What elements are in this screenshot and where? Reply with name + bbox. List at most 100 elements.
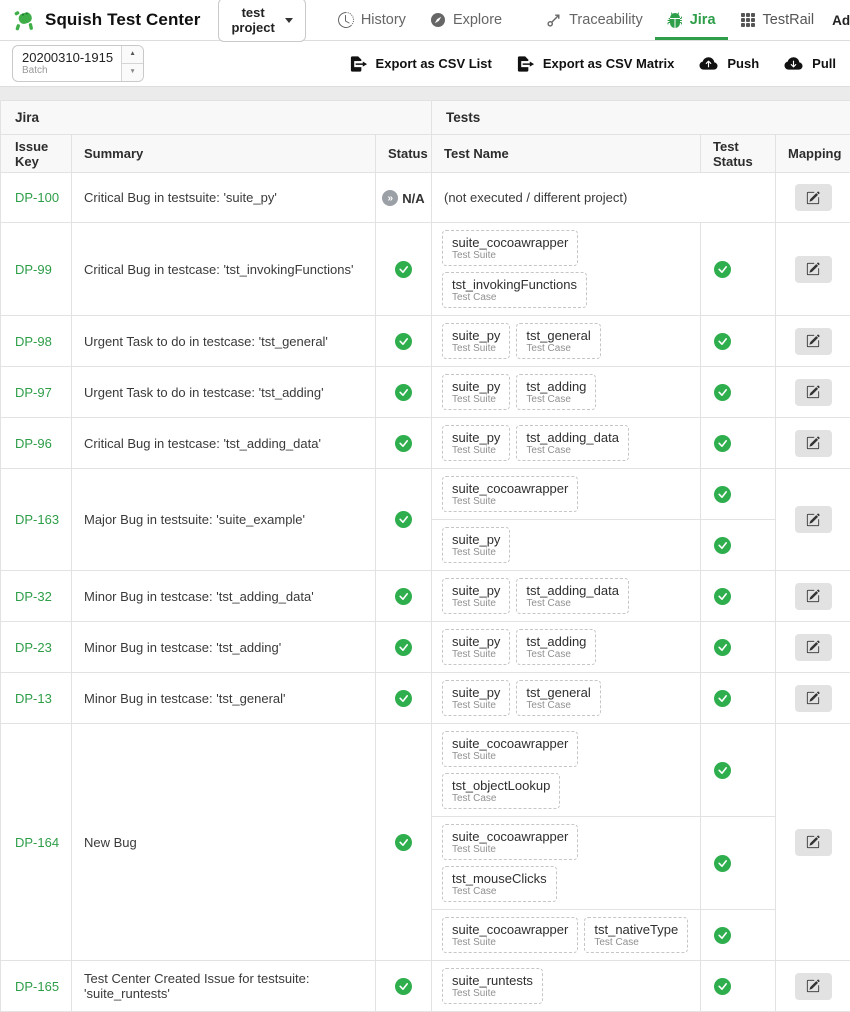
chip-kind-label: Test Case [594, 937, 678, 949]
user-name: Administrator [832, 13, 850, 28]
test-suite-chip[interactable]: suite_pyTest Suite [442, 323, 510, 359]
pass-check-icon [395, 261, 412, 278]
mapping-edit-button[interactable] [795, 328, 832, 355]
test-case-chip[interactable]: tst_nativeTypeTest Case [584, 917, 688, 953]
mapping-edit-button[interactable] [795, 685, 832, 712]
mapping-cell [776, 223, 850, 316]
issue-key-link[interactable]: DP-98 [15, 334, 52, 349]
test-status-cell [701, 622, 776, 673]
toolbar-action-label: Export as CSV Matrix [543, 56, 675, 71]
chip-name: suite_runtests [452, 973, 533, 988]
test-suite-chip[interactable]: suite_cocoawrapperTest Suite [442, 230, 578, 266]
test-case-chip[interactable]: tst_generalTest Case [516, 680, 600, 716]
mapping-edit-button[interactable] [795, 506, 832, 533]
export-csv-list-button[interactable]: Export as CSV List [349, 56, 492, 72]
na-status: »N/A [382, 190, 424, 206]
test-suite-chip[interactable]: suite_pyTest Suite [442, 374, 510, 410]
mapping-edit-button[interactable] [795, 256, 832, 283]
test-suite-chip[interactable]: suite_pyTest Suite [442, 680, 510, 716]
batch-spin-up-button[interactable]: ▲ [122, 46, 143, 63]
nav-item-traceability[interactable]: Traceability [534, 0, 655, 40]
chip-kind-label: Test Case [526, 649, 586, 661]
nav-item-explore[interactable]: Explore [418, 0, 514, 40]
issue-key-link[interactable]: DP-99 [15, 262, 52, 277]
column-header-issue-key: Issue Key [1, 135, 72, 173]
chip-name: tst_general [526, 328, 590, 343]
issue-key-link[interactable]: DP-32 [15, 589, 52, 604]
test-suite-chip[interactable]: suite_pyTest Suite [442, 629, 510, 665]
test-suite-chip[interactable]: suite_cocoawrapperTest Suite [442, 917, 578, 953]
batch-selector[interactable]: 20200310-1915 Batch ▲ ▼ [12, 45, 144, 82]
mapping-edit-button[interactable] [795, 379, 832, 406]
issue-key-link[interactable]: DP-100 [15, 190, 59, 205]
issue-key-link[interactable]: DP-165 [15, 979, 59, 994]
issue-key-cell: DP-99 [1, 223, 72, 316]
chip-name: suite_py [452, 430, 500, 445]
test-case-chip[interactable]: tst_mouseClicksTest Case [442, 866, 557, 902]
test-case-chip[interactable]: tst_adding_dataTest Case [516, 578, 629, 614]
test-suite-chip[interactable]: suite_cocoawrapperTest Suite [442, 824, 578, 860]
summary-cell: Critical Bug in testsuite: 'suite_py' [72, 173, 376, 223]
issue-key-link[interactable]: DP-164 [15, 835, 59, 850]
na-status-icon: » [382, 190, 398, 206]
issue-key-link[interactable]: DP-97 [15, 385, 52, 400]
toolbar-action-label: Pull [812, 56, 836, 71]
test-suite-chip[interactable]: suite_pyTest Suite [442, 527, 510, 563]
mapping-edit-button[interactable] [795, 973, 832, 1000]
project-selector[interactable]: test project [218, 0, 305, 42]
chip-kind-label: Test Suite [452, 343, 500, 355]
issue-key-link[interactable]: DP-23 [15, 640, 52, 655]
test-suite-chip[interactable]: suite_cocoawrapperTest Suite [442, 731, 578, 767]
issue-status-cell [376, 961, 432, 1012]
test-suite-chip[interactable]: suite_cocoawrapperTest Suite [442, 476, 578, 512]
mapping-edit-button[interactable] [795, 184, 832, 211]
test-name-cell: suite_pyTest Suitetst_adding_dataTest Ca… [432, 571, 701, 622]
test-name-cell: suite_cocoawrapperTest Suite tst_invoking… [432, 223, 701, 316]
mapping-edit-button[interactable] [795, 634, 832, 661]
test-name-cell: suite_cocoawrapperTest Suite [432, 469, 701, 520]
table-row: DP-96Critical Bug in testcase: 'tst_addi… [1, 418, 850, 469]
user-menu[interactable]: Administrator [826, 12, 850, 29]
pass-check-icon [714, 588, 731, 605]
pass-check-icon [714, 978, 731, 995]
issue-key-link[interactable]: DP-163 [15, 512, 59, 527]
test-status-cell [701, 910, 776, 961]
mapping-edit-button[interactable] [795, 430, 832, 457]
test-case-chip[interactable]: tst_generalTest Case [516, 323, 600, 359]
chip-kind-label: Test Case [526, 394, 586, 406]
pass-check-icon [395, 690, 412, 707]
chip-kind-label: Test Case [526, 445, 619, 457]
issue-status-cell [376, 418, 432, 469]
test-case-chip[interactable]: tst_objectLookupTest Case [442, 773, 560, 809]
issue-key-link[interactable]: DP-13 [15, 691, 52, 706]
column-header-test-status: Test Status [701, 135, 776, 173]
test-suite-chip[interactable]: suite_runtestsTest Suite [442, 968, 543, 1004]
mapping-edit-button[interactable] [795, 583, 832, 610]
export-csv-matrix-button[interactable]: Export as CSV Matrix [516, 56, 675, 72]
test-chips: suite_cocoawrapperTest Suite tst_invoking… [442, 230, 690, 308]
test-case-chip[interactable]: tst_addingTest Case [516, 629, 596, 665]
nav-item-testrail[interactable]: TestRail [728, 0, 827, 40]
test-status-cell [701, 316, 776, 367]
mapping-edit-button[interactable] [795, 829, 832, 856]
test-case-chip[interactable]: tst_adding_dataTest Case [516, 425, 629, 461]
pull-button[interactable]: Pull [783, 55, 836, 73]
test-name-cell: suite_pyTest Suitetst_addingTest Case [432, 367, 701, 418]
push-button[interactable]: Push [698, 55, 759, 73]
brand[interactable]: Squish Test Center [12, 8, 200, 33]
toolbar-action-label: Push [727, 56, 759, 71]
test-case-chip[interactable]: tst_addingTest Case [516, 374, 596, 410]
test-suite-chip[interactable]: suite_pyTest Suite [442, 578, 510, 614]
nav-item-history[interactable]: History [326, 0, 418, 40]
pass-check-icon [714, 690, 731, 707]
test-status-cell [701, 223, 776, 316]
issue-key-link[interactable]: DP-96 [15, 436, 52, 451]
chip-kind-label: Test Suite [452, 250, 568, 262]
batch-spin-down-button[interactable]: ▼ [122, 63, 143, 81]
test-case-chip[interactable]: tst_invokingFunctionsTest Case [442, 272, 587, 308]
nav-item-jira[interactable]: Jira [655, 0, 728, 40]
table-row: DP-165Test Center Created Issue for test… [1, 961, 850, 1012]
chip-name: tst_objectLookup [452, 778, 550, 793]
pass-check-icon [714, 537, 731, 554]
test-suite-chip[interactable]: suite_pyTest Suite [442, 425, 510, 461]
